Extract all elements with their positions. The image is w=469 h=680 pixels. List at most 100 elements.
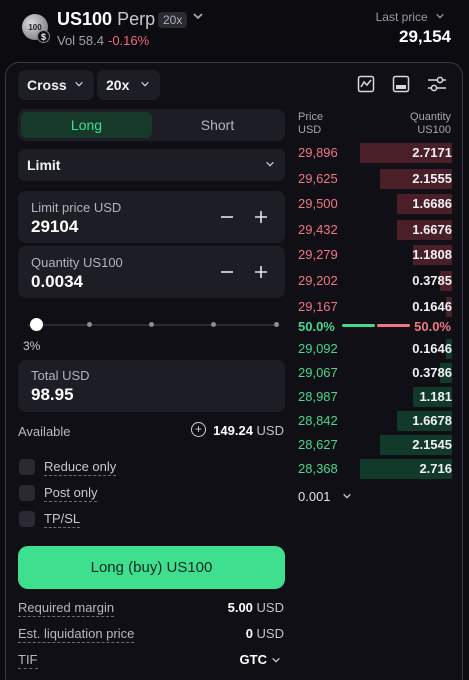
- row-quantity: 2.1545: [412, 437, 452, 452]
- row-price: 29,896: [298, 145, 338, 160]
- slider-handle[interactable]: [29, 318, 43, 331]
- tab-short[interactable]: Short: [152, 112, 283, 138]
- required-margin-unit: USD: [256, 600, 284, 615]
- ask-row[interactable]: 29,279 1.1808: [298, 245, 452, 266]
- row-quantity: 1.6686: [412, 196, 452, 212]
- reduce-only-label[interactable]: Reduce only: [44, 459, 117, 476]
- bid-row[interactable]: 28,627 2.1545: [298, 435, 452, 455]
- row-quantity: 2.1555: [412, 170, 452, 186]
- ask-row[interactable]: 29,625 2.1555: [298, 168, 452, 189]
- row-price: 29,432: [298, 221, 338, 237]
- chevron-down-icon: [74, 79, 84, 92]
- market-symbol[interactable]: US100 Perp: [57, 9, 155, 30]
- slider-step[interactable]: [211, 322, 216, 327]
- bid-row[interactable]: 28,987 1.181: [298, 387, 452, 407]
- tick-size-value: 0.001: [298, 489, 331, 504]
- qty-header-unit: US100: [417, 124, 451, 136]
- liquidation-price-value: 0 USD: [246, 626, 284, 641]
- row-price: 29,279: [298, 247, 338, 263]
- row-price: 28,987: [298, 389, 338, 404]
- available-amount: 149.24: [213, 423, 253, 438]
- leverage-select[interactable]: 20x: [97, 70, 160, 100]
- volume-value: Vol 58.4: [57, 33, 104, 48]
- dollar-badge-icon: $: [37, 30, 50, 43]
- margin-mode-select[interactable]: Cross: [18, 70, 94, 100]
- orderbook-qty-header: Quantity US100: [410, 111, 451, 137]
- slider-percent: 3%: [23, 339, 41, 353]
- tab-long[interactable]: Long: [21, 112, 152, 138]
- long-buy-button[interactable]: Long (buy) US100: [18, 546, 285, 589]
- chevron-down-icon[interactable]: [192, 10, 204, 25]
- row-price: 29,067: [298, 365, 338, 380]
- row-quantity: 1.181: [419, 389, 452, 404]
- bid-row[interactable]: 29,067 0.3786: [298, 363, 452, 383]
- last-price-selector[interactable]: Last price: [376, 10, 445, 24]
- row-quantity: 1.1808: [412, 247, 452, 263]
- ask-row[interactable]: 29,432 1.6676: [298, 219, 452, 240]
- chart-icon[interactable]: [357, 75, 375, 93]
- ask-row[interactable]: 29,896 2.7171: [298, 143, 452, 163]
- order-type-select[interactable]: Limit: [18, 149, 285, 181]
- long-ratio: 50.0%: [298, 319, 335, 334]
- decrement-button[interactable]: [217, 207, 237, 227]
- layout-icon[interactable]: [392, 75, 410, 93]
- row-quantity: 2.716: [419, 461, 452, 476]
- ask-row[interactable]: 29,202 0.3785: [298, 271, 452, 291]
- bid-row[interactable]: 28,842 1.6678: [298, 411, 452, 431]
- chevron-down-icon: [342, 493, 352, 503]
- last-price-value: 29,154: [399, 27, 451, 46]
- order-type-value: Limit: [27, 157, 61, 173]
- liquidation-price-unit: USD: [256, 626, 284, 641]
- bid-row[interactable]: 29,092 0.1646: [298, 339, 452, 359]
- quantity-value[interactable]: 0.0034: [31, 272, 83, 292]
- settings-sliders-icon[interactable]: [427, 75, 446, 93]
- short-ratio: 50.0%: [414, 319, 451, 334]
- ask-row[interactable]: 29,167 0.1646: [298, 296, 452, 317]
- price-change: -0.16%: [108, 33, 150, 48]
- tif-select[interactable]: GTC: [240, 652, 267, 667]
- total-value[interactable]: 98.95: [31, 385, 74, 405]
- row-price: 29,202: [298, 273, 338, 288]
- bid-row[interactable]: 28,368 2.716: [298, 459, 452, 479]
- row-quantity: 2.7171: [412, 145, 452, 160]
- required-margin-label: Required margin: [18, 600, 115, 617]
- slider-step[interactable]: [149, 322, 154, 327]
- available-unit: USD: [256, 423, 284, 438]
- tif-label: TIF: [18, 652, 38, 669]
- chevron-down-icon: [140, 79, 150, 92]
- row-quantity: 1.6676: [412, 221, 452, 237]
- increment-button[interactable]: [251, 262, 271, 282]
- slider-step[interactable]: [87, 322, 92, 327]
- slider-step[interactable]: [274, 322, 279, 327]
- limit-price-field[interactable]: Limit price USD 29104: [18, 191, 285, 243]
- total-field[interactable]: Total USD 98.95: [18, 360, 285, 412]
- side-toggle: Long Short: [18, 109, 285, 141]
- row-price: 29,625: [298, 170, 338, 186]
- row-price: 29,167: [298, 298, 338, 314]
- chevron-down-icon: [265, 159, 275, 172]
- liquidation-price-label: Est. liquidation price: [18, 626, 135, 643]
- decrement-button[interactable]: [217, 262, 237, 282]
- orderbook-price-header: Price USD: [298, 111, 323, 137]
- row-quantity: 1.6678: [412, 413, 452, 428]
- limit-price-value[interactable]: 29104: [31, 217, 78, 237]
- add-funds-icon[interactable]: +: [191, 422, 206, 437]
- quantity-field[interactable]: Quantity US100 0.0034: [18, 246, 285, 298]
- tpsl-checkbox[interactable]: [19, 511, 35, 527]
- row-price: 28,368: [298, 461, 338, 476]
- row-price: 29,092: [298, 341, 338, 356]
- tpsl-label[interactable]: TP/SL: [44, 511, 81, 528]
- required-margin-amount: 5.00: [227, 600, 253, 615]
- ask-row[interactable]: 29,500 1.6686: [298, 194, 452, 215]
- increment-button[interactable]: [251, 207, 271, 227]
- row-quantity: 0.3786: [412, 365, 452, 380]
- short-ratio-bar: [377, 324, 410, 327]
- post-only-label[interactable]: Post only: [44, 485, 98, 502]
- qty-header-label: Quantity: [410, 111, 451, 123]
- post-only-checkbox[interactable]: [19, 485, 35, 501]
- last-price-label: Last price: [375, 10, 428, 24]
- tick-size-select[interactable]: 0.001: [298, 489, 352, 504]
- chevron-down-icon[interactable]: [271, 655, 281, 668]
- available-value: 149.24 USD: [213, 423, 284, 438]
- reduce-only-checkbox[interactable]: [19, 459, 35, 475]
